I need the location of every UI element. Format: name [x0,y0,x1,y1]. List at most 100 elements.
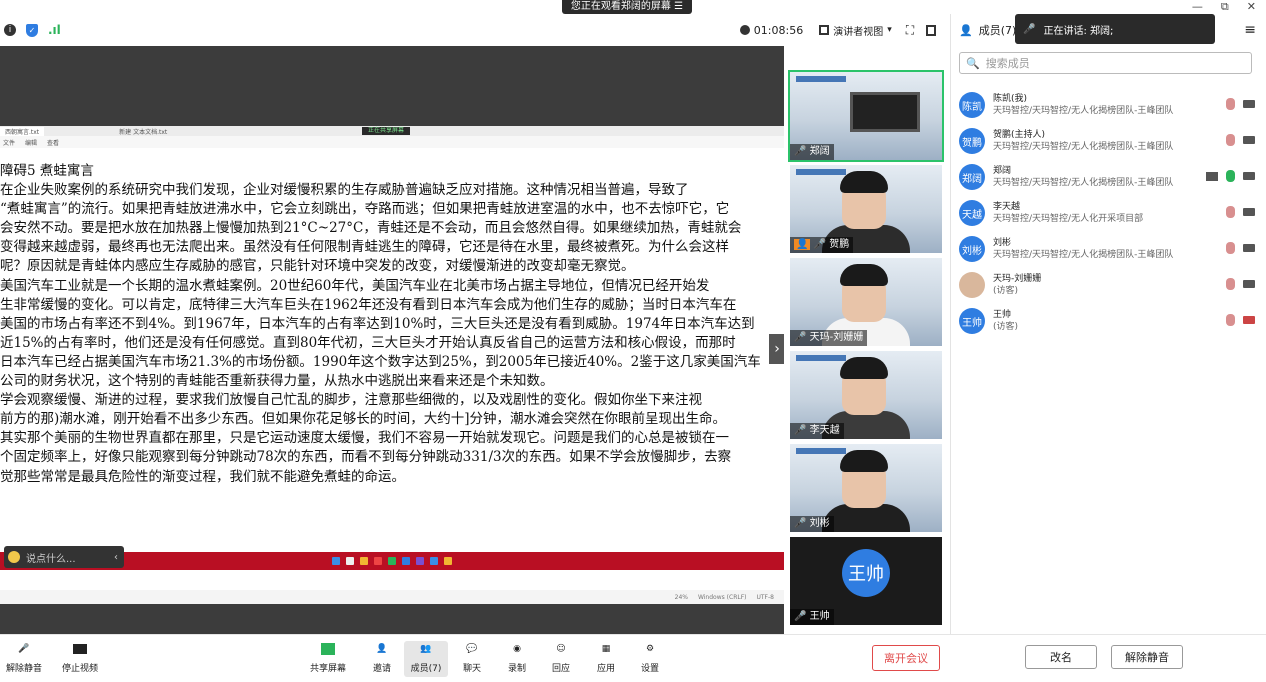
menu-edit[interactable]: 编辑 [25,138,37,147]
member-row[interactable]: 贺鹏 贺鹏(主持人) 天玛智控/天玛智控/无人化揭榜团队-王峰团队 [959,124,1259,158]
mic-muted-icon[interactable] [1226,98,1235,110]
camera-icon[interactable] [1243,172,1255,180]
member-row[interactable]: 王帅 王帅 (访客) [959,304,1259,338]
doc-tab-1[interactable]: 西朝寓言.txt [0,126,45,136]
speaker-view-icon[interactable] [819,25,830,35]
share-screen-label: 共享屏幕 [309,664,346,674]
camera-icon [72,641,88,657]
member-row[interactable]: 陈凯 陈凯(我) 天玛智控/天玛智控/无人化揭榜团队-王峰团队 [959,88,1259,122]
camera-icon[interactable] [1243,136,1255,144]
chevron-down-icon[interactable]: ▾ [887,25,892,35]
mic-muted-icon[interactable] [1226,206,1235,218]
doc-tab-2[interactable]: 新建 文本文档.txt [114,127,172,136]
document-statusbar: 24% Windows (CRLF) UTF-8 [0,590,784,604]
layout-toggle-icon[interactable] [926,24,937,36]
camera-off-icon[interactable] [1243,316,1255,324]
mic-muted-icon[interactable] [1226,278,1235,290]
minimize-button[interactable]: — [1192,0,1203,14]
more-menu-icon[interactable]: ≡ [1244,22,1256,38]
document-heading: 障碍5 煮蛙寓言 [0,163,94,179]
video-tile[interactable]: 👤 🎤 贺鹏 [790,165,942,253]
settings-button[interactable]: ⚙ 设置 [628,641,672,674]
info-icon[interactable]: i [4,24,16,36]
camera-icon[interactable] [1243,208,1255,216]
mic-muted-icon[interactable] [1226,134,1235,146]
taskbar-app-icon [388,557,396,565]
member-row[interactable]: 刘彬 刘彬 天玛智控/天玛智控/无人化揭榜团队-王峰团队 [959,232,1259,266]
tile-name-text: 王帅 [809,611,830,622]
apps-button[interactable]: ▦ 应用 [584,641,628,674]
share-screen-button[interactable]: 共享屏幕 [306,641,350,674]
document-line: 觉那些常常是最具危险性的渐变过程，我们就不能避免煮蛙的命运。 [0,468,405,485]
restore-button[interactable]: ⧉ [1221,0,1229,14]
document-line: 美国汽车工业就是一个长期的温水煮蛙案例。20世纪60年代，美国汽车业在北美市场占… [0,277,710,294]
member-row[interactable]: 天越 李天越 天玛智控/天玛智控/无人化开采项目部 [959,196,1259,230]
fullscreen-icon[interactable]: ⛶ [906,23,914,38]
unmute-button[interactable]: 🎤 解除静音 [2,641,46,674]
member-department: 天玛智控/天玛智控/无人化开采项目部 [993,214,1144,224]
avatar [959,272,985,298]
video-tile[interactable]: 🎤 李天越 [790,351,942,439]
signal-strength-icon[interactable]: .ıl [48,23,61,37]
record-icon: ◉ [513,644,521,654]
tile-name-text: 李天越 [809,425,840,436]
member-search-input[interactable]: 🔍 搜索成员 [959,52,1252,74]
members-button[interactable]: 👥 成员(7) [404,641,448,677]
chevron-left-icon[interactable]: ‹ [114,552,118,563]
mic-muted-icon[interactable] [1226,314,1235,326]
taskbar-app-icon [430,557,438,565]
member-department: 天玛智控/天玛智控/无人化揭榜团队-王峰团队 [993,142,1174,152]
collapse-gallery-button[interactable]: › [769,334,784,364]
document-menubar: 文件 编辑 查看 [0,136,784,148]
meeting-topbar: i ✓ .ıl 01:08:56 演讲者视图 ▾ ⛶ [0,14,950,46]
stop-video-button[interactable]: 停止视频 [58,641,102,674]
close-button[interactable]: ✕ [1247,0,1256,14]
avatar: 王帅 [959,308,985,334]
unmute-label: 解除静音 [5,664,42,674]
camera-icon[interactable] [1243,100,1255,108]
member-row[interactable]: 天玛-刘姗姗 (访客) [959,268,1259,302]
member-name: 刘彬 [993,238,1012,248]
record-button[interactable]: ◉ 录制 [495,641,539,674]
menu-view[interactable]: 查看 [47,138,59,147]
mic-on-icon[interactable] [1226,170,1235,182]
video-tile[interactable]: 🎤 刘彬 [790,444,942,532]
mic-muted-icon[interactable] [1226,242,1235,254]
share-screen-icon [320,641,336,657]
sharing-banner[interactable]: 您正在观看郑阔的屏幕 ☰ [562,0,692,14]
view-mode-dropdown[interactable]: 演讲者视图 [833,23,883,38]
gear-icon: ⚙ [645,644,655,654]
document-line: 个固定频率上，好像只能观察到每分钟跳动78次的东西，而看不到每分钟跳动331/3… [0,449,732,466]
emoji-icon[interactable] [8,551,20,563]
menu-file[interactable]: 文件 [3,138,15,147]
invite-icon: 👤 [376,644,388,654]
chat-input-bar[interactable]: 说点什么... ‹ [4,546,124,568]
leave-meeting-button[interactable]: 离开会议 [872,645,940,671]
member-info: 贺鹏(主持人) 天玛智控/天玛智控/无人化揭榜团队-王峰团队 [993,129,1183,153]
taskbar-app-icon [360,557,368,565]
react-button[interactable]: ☺ 回应 [539,641,583,674]
member-department: 天玛智控/天玛智控/无人化揭榜团队-王峰团队 [993,178,1174,188]
member-department: 天玛智控/天玛智控/无人化揭榜团队-王峰团队 [993,250,1174,260]
search-placeholder[interactable]: 搜索成员 [986,55,1030,71]
camera-icon[interactable] [1243,244,1255,252]
video-tile[interactable]: 🎤 郑阔 [788,70,944,162]
unmute-member-button[interactable]: 解除静音 [1111,645,1183,669]
chat-button[interactable]: 💬 聊天 [450,641,494,674]
rename-button[interactable]: 改名 [1025,645,1097,669]
camera-icon[interactable] [1243,280,1255,288]
members-label: 成员(7) [410,664,442,674]
tile-name-text: 刘彬 [809,518,830,529]
video-tile[interactable]: 🎤 天玛-刘姗姗 [790,258,942,346]
chat-placeholder[interactable]: 说点什么... [26,550,76,565]
member-name: 王帅 [993,310,1012,320]
member-row[interactable]: 郑阔 郑阔 天玛智控/天玛智控/无人化揭榜团队-王峰团队 [959,160,1259,194]
invite-button[interactable]: 👤 邀请 [360,641,404,674]
security-shield-icon[interactable]: ✓ [26,23,38,37]
person-hair [840,357,888,379]
mic-muted-icon: 🎤 [1023,23,1036,35]
stop-video-label: 停止视频 [61,664,98,674]
avatar: 王帅 [842,549,890,597]
video-tile[interactable]: 王帅 🎤 王帅 [790,537,942,625]
members-panel: 👤 成员(7) 🎤 正在讲话: 郑阔; ≡ 🔍 搜索成员 陈凯 陈凯(我) 天玛智控… [950,14,1266,634]
